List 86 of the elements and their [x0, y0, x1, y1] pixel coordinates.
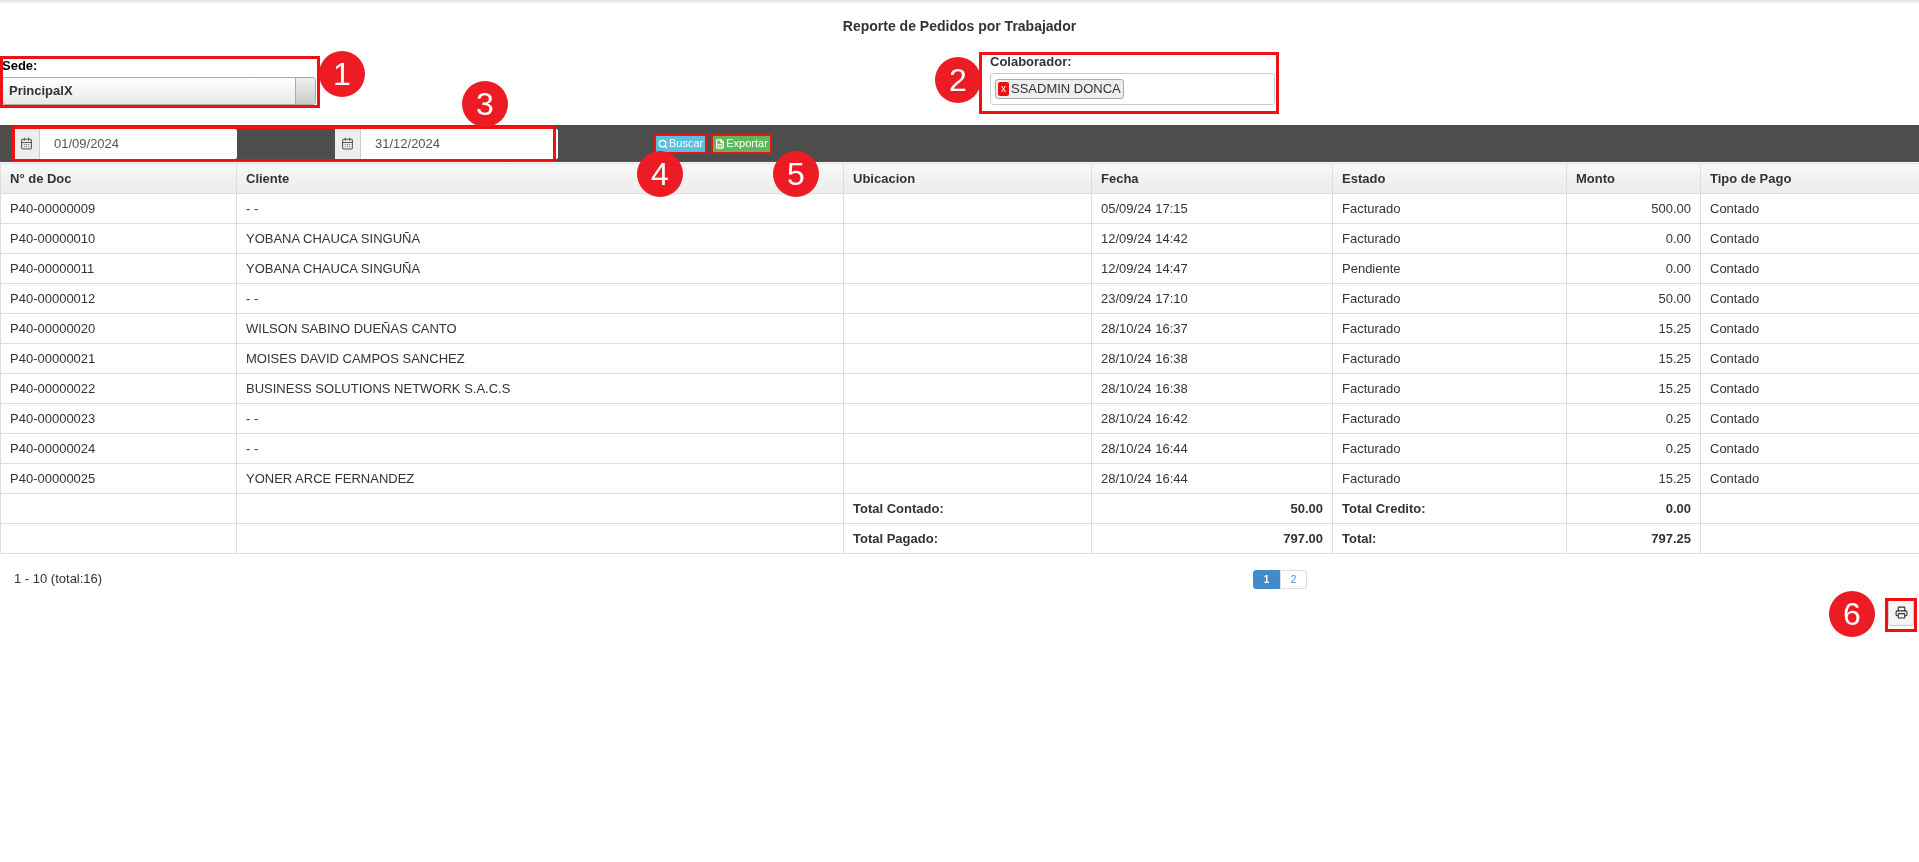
table-cell: P40-00000010: [0, 223, 237, 254]
table-cell: - -: [236, 403, 844, 434]
spreadsheet-icon: [715, 138, 726, 149]
table-cell: Facturado: [1332, 433, 1567, 464]
table-cell: P40-00000024: [0, 433, 237, 464]
table-cell: - -: [236, 433, 844, 464]
table-cell: Pendiente: [1332, 253, 1567, 284]
total-value: 797.00: [1091, 523, 1333, 554]
table-cell: 500.00: [1566, 193, 1701, 224]
table-cell: 15.25: [1566, 463, 1701, 494]
table-cell: Facturado: [1332, 463, 1567, 494]
table-cell: 28/10/24 16:38: [1091, 343, 1333, 374]
total-value: 0.00: [1566, 493, 1701, 524]
column-header: Fecha: [1091, 163, 1333, 194]
table-cell: 28/10/24 16:38: [1091, 373, 1333, 404]
table-cell: 12/09/24 14:47: [1091, 253, 1333, 284]
table-cell: Facturado: [1332, 403, 1567, 434]
sede-select[interactable]: PrincipalX: [2, 77, 316, 105]
print-highlight-frame: [1885, 598, 1917, 632]
table-cell: WILSON SABINO DUEÑAS CANTO: [236, 313, 844, 344]
colaborador-field[interactable]: x SSADMIN DONCA: [990, 73, 1275, 105]
pagination-summary: 1 - 10 (total:16): [13, 570, 104, 589]
table-cell: - -: [236, 283, 844, 314]
column-header: N° de Doc: [0, 163, 237, 194]
colaborador-tag: x SSADMIN DONCA: [995, 79, 1124, 99]
calendar-icon: [341, 137, 354, 150]
total-value: 50.00: [1091, 493, 1333, 524]
table-cell: P40-00000021: [0, 343, 237, 374]
date-field[interactable]: 01/09/2024: [14, 128, 237, 159]
table-cell: YOBANA CHAUCA SINGUÑA: [236, 223, 844, 254]
table-cell: Facturado: [1332, 223, 1567, 254]
table-cell: 15.25: [1566, 373, 1701, 404]
column-header: Ubicacion: [843, 163, 1092, 194]
table-cell: BUSINESS SOLUTIONS NETWORK S.A.C.S: [236, 373, 844, 404]
numbered-callout: 3: [462, 81, 508, 127]
table-cell: 28/10/24 16:37: [1091, 313, 1333, 344]
table-cell: 23/09/24 17:10: [1091, 283, 1333, 314]
calendar-icon: [20, 137, 33, 150]
column-header: Estado: [1332, 163, 1567, 194]
table-cell: Facturado: [1332, 283, 1567, 314]
printer-icon: [1894, 605, 1908, 619]
table-cell: P40-00000012: [0, 283, 237, 314]
total-label: Total Pagado:: [843, 523, 1092, 554]
table-cell: 50.00: [1566, 283, 1701, 314]
table-cell: P40-00000023: [0, 403, 237, 434]
table-cell: Facturado: [1332, 193, 1567, 224]
table-cell: 15.25: [1566, 313, 1701, 344]
sede-label: Sede:: [2, 58, 38, 74]
numbered-callout: 2: [935, 57, 981, 103]
table-cell: 05/09/24 17:15: [1091, 193, 1333, 224]
remove-tag-button[interactable]: x: [998, 82, 1009, 96]
column-header: Tipo de Pago: [1700, 163, 1919, 194]
page-button[interactable]: 1: [1253, 569, 1280, 589]
page-button[interactable]: 2: [1280, 569, 1307, 589]
table-cell: P40-00000011: [0, 253, 237, 284]
total-label: Total Credito:: [1332, 493, 1567, 524]
search-icon: [658, 138, 668, 149]
table-cell: Facturado: [1332, 313, 1567, 344]
numbered-callout: 6: [1829, 591, 1875, 637]
table-cell: 0.25: [1566, 403, 1701, 434]
table-cell: 28/10/24 16:44: [1091, 463, 1333, 494]
table-cell: 28/10/24 16:42: [1091, 403, 1333, 434]
table-cell: 12/09/24 14:42: [1091, 223, 1333, 254]
table-cell: YONER ARCE FERNANDEZ: [236, 463, 844, 494]
table-cell: MOISES DAVID CAMPOS SANCHEZ: [236, 343, 844, 374]
table-cell: YOBANA CHAUCA SINGUÑA: [236, 253, 844, 284]
table-cell: P40-00000009: [0, 193, 237, 224]
total-value: 797.25: [1566, 523, 1701, 554]
column-header: Monto: [1566, 163, 1701, 194]
total-label: Total Contado:: [843, 493, 1092, 524]
table-cell: 0.00: [1566, 253, 1701, 284]
colaborador-label: Colaborador:: [990, 54, 1072, 70]
table-cell: P40-00000022: [0, 373, 237, 404]
table-cell: P40-00000020: [0, 313, 237, 344]
table-cell: Facturado: [1332, 373, 1567, 404]
table-cell: 28/10/24 16:44: [1091, 433, 1333, 464]
table-cell: Facturado: [1332, 343, 1567, 374]
table-cell: 0.25: [1566, 433, 1701, 464]
numbered-callout: 1: [319, 51, 365, 97]
table-cell: 15.25: [1566, 343, 1701, 374]
total-label: Total:: [1332, 523, 1567, 554]
table-cell: 0.00: [1566, 223, 1701, 254]
export-button[interactable]: Exportar: [713, 135, 770, 152]
date-field[interactable]: 31/12/2024: [335, 128, 558, 159]
report-title: Reporte de Pedidos por Trabajador: [842, 16, 1077, 36]
table-cell: P40-00000025: [0, 463, 237, 494]
